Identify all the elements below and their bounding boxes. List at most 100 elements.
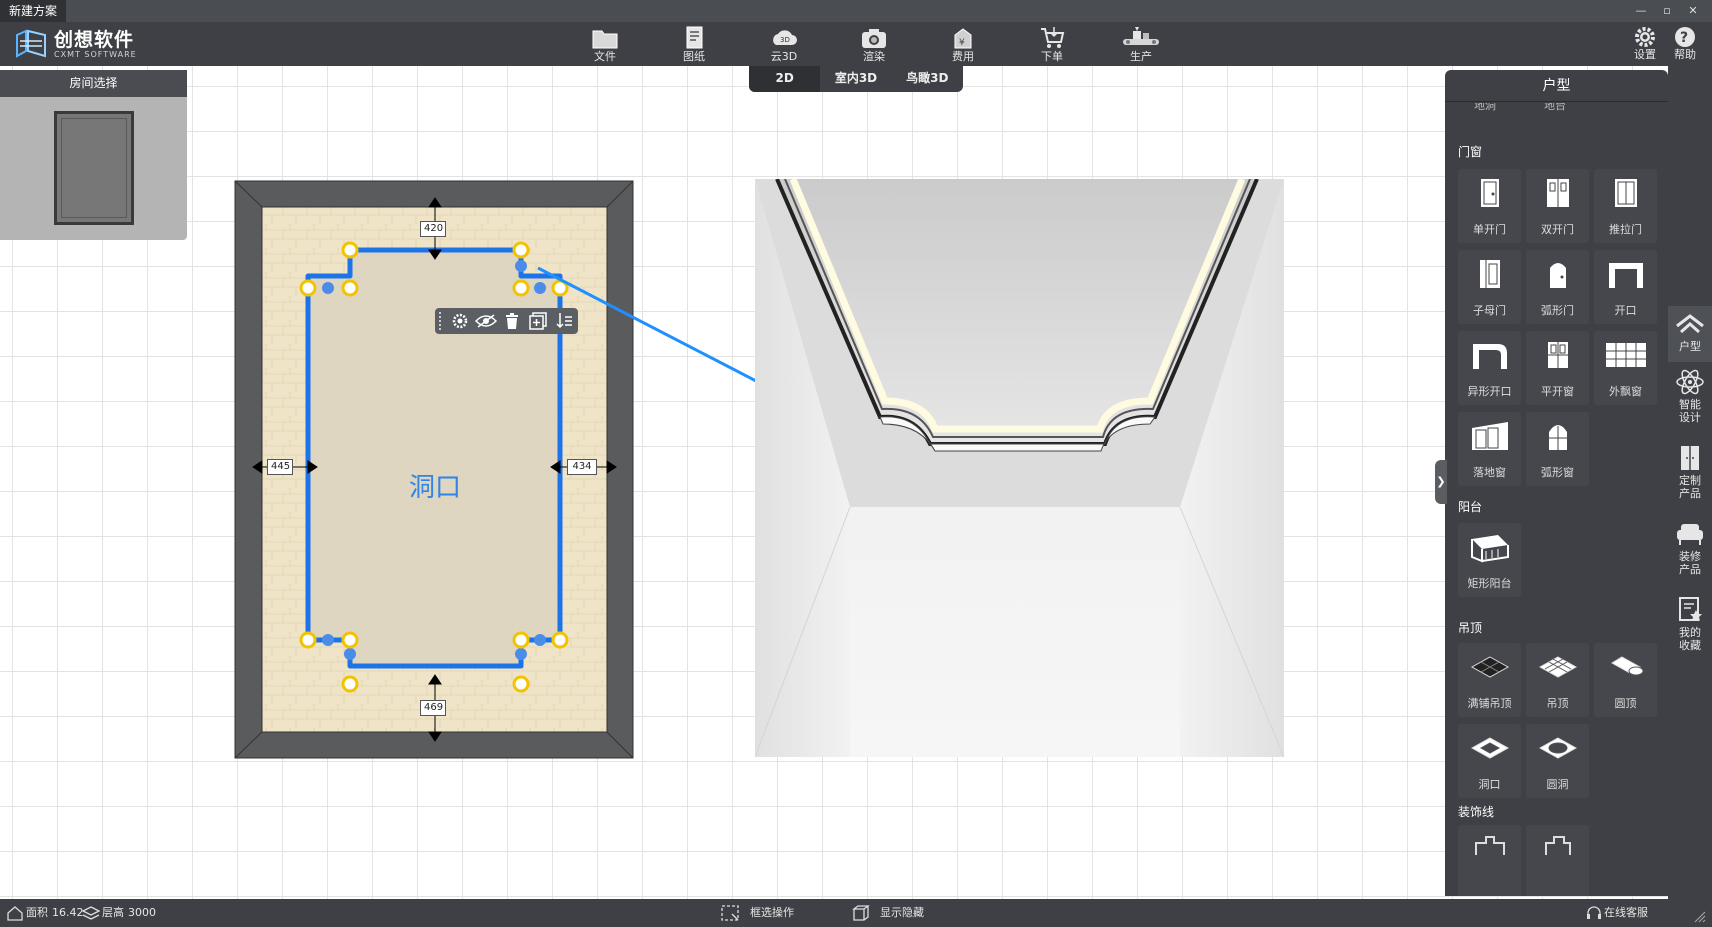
catalog-item[interactable]: 圆洞 bbox=[1526, 724, 1589, 798]
minimize-button[interactable]: — bbox=[1631, 2, 1651, 20]
dome-ceiling-icon bbox=[1610, 656, 1643, 676]
order-label: 下单 bbox=[1041, 50, 1063, 63]
show-hide-button[interactable]: 显示隐藏 bbox=[850, 899, 936, 927]
cost-label: 费用 bbox=[952, 50, 974, 63]
dimension-right[interactable]: 434 bbox=[567, 459, 597, 475]
logo-title: 创想软件 bbox=[54, 28, 135, 51]
section-balcony: 阳台 bbox=[1458, 500, 1483, 514]
ceiling-3d-preview[interactable] bbox=[755, 179, 1284, 757]
sidebar-item-custom-products[interactable]: 定制 产品 bbox=[1668, 444, 1712, 512]
sidebar-label: 定制 产品 bbox=[1679, 474, 1701, 500]
catalog-item[interactable]: 子母门 bbox=[1458, 250, 1521, 324]
dimension-top[interactable]: 420 bbox=[420, 221, 446, 237]
catalog-item[interactable]: 开口 bbox=[1594, 250, 1657, 324]
sidebar-item-decor-products[interactable]: 装修 产品 bbox=[1668, 520, 1712, 588]
catalog-item[interactable] bbox=[1526, 825, 1589, 896]
bay-window-icon bbox=[1605, 343, 1646, 367]
catalog-item[interactable]: 平开窗 bbox=[1526, 331, 1589, 405]
tab-interior-3d[interactable]: 室内3D bbox=[820, 66, 891, 92]
settings-icon[interactable] bbox=[447, 310, 473, 332]
help-button[interactable]: ? 帮助 bbox=[1660, 22, 1710, 66]
box-select-icon bbox=[721, 905, 739, 921]
round-hole-icon bbox=[1538, 737, 1577, 759]
sidebar-item-floorplan[interactable]: 户型 bbox=[1668, 306, 1712, 362]
catalog-item[interactable]: 洞口 bbox=[1458, 724, 1521, 798]
maximize-button[interactable]: ▫ bbox=[1657, 2, 1677, 20]
window-title: 新建方案 bbox=[0, 0, 67, 22]
french-window-icon bbox=[1471, 422, 1508, 450]
catalog-item[interactable]: 吊顶 bbox=[1526, 643, 1589, 717]
section-decor-lines: 装饰线 bbox=[1458, 805, 1495, 819]
cost-button[interactable]: ¥ 费用 bbox=[933, 22, 993, 66]
arched-door-icon bbox=[1549, 263, 1566, 288]
mother-child-door-icon bbox=[1479, 260, 1500, 288]
side-nav: 户型 智能 设计 定制 产品 装修 产品 我的 收藏 bbox=[1668, 66, 1712, 899]
production-button[interactable]: 生产 bbox=[1111, 22, 1171, 66]
show-hide-label: 显示隐藏 bbox=[880, 906, 924, 919]
online-service-button[interactable]: 在线客服 bbox=[1586, 899, 1662, 927]
atom-icon bbox=[1676, 369, 1704, 395]
catalog-item[interactable]: 弧形门 bbox=[1526, 250, 1589, 324]
help-icon: ? bbox=[1675, 27, 1695, 47]
catalog-item-label: 外飘窗 bbox=[1609, 385, 1642, 398]
order-button[interactable]: 下单 bbox=[1022, 22, 1082, 66]
render-button[interactable]: 渲染 bbox=[844, 22, 904, 66]
folder-icon bbox=[592, 30, 618, 49]
catalog-item[interactable]: 推拉门 bbox=[1594, 169, 1657, 243]
arched-window-icon bbox=[1548, 425, 1567, 450]
catalog-item[interactable]: 圆顶 bbox=[1594, 643, 1657, 717]
collapse-panel-button[interactable]: ❯ bbox=[1435, 460, 1447, 504]
sidebar-item-favorites[interactable]: 我的 收藏 bbox=[1668, 596, 1712, 664]
help-label: 帮助 bbox=[1674, 48, 1696, 61]
render-label: 渲染 bbox=[863, 50, 885, 63]
grip-handle[interactable] bbox=[439, 312, 445, 330]
sidebar-item-smart-design[interactable]: 智能 设计 bbox=[1668, 368, 1712, 436]
catalog-item-label: 平开窗 bbox=[1541, 385, 1574, 398]
catalog-item-label: 弧形门 bbox=[1541, 304, 1574, 317]
box-select-button[interactable]: 框选操作 bbox=[720, 899, 806, 927]
close-button[interactable]: ✕ bbox=[1683, 2, 1703, 20]
svg-text:?: ? bbox=[1680, 30, 1688, 46]
logo: 创想软件 CXMT SOFTWARE bbox=[14, 27, 137, 61]
dimension-left[interactable]: 445 bbox=[267, 459, 293, 475]
drawing-button[interactable]: 图纸 bbox=[664, 22, 724, 66]
gear-icon bbox=[1635, 27, 1655, 47]
catalog-item[interactable]: 落地窗 bbox=[1458, 412, 1521, 486]
catalog-list[interactable]: 地洞 地台 门窗 单开门 双开门 推拉门 子母门 弧形门 开口 异形开口 平开窗… bbox=[1445, 103, 1668, 896]
sidebar-label: 我的 收藏 bbox=[1679, 626, 1701, 652]
room-thumbnail[interactable] bbox=[54, 111, 134, 225]
file-button[interactable]: 文件 bbox=[575, 22, 635, 66]
eye-icon[interactable] bbox=[473, 310, 499, 332]
trash-icon[interactable] bbox=[499, 310, 525, 332]
right-panel: 户型 地洞 地台 门窗 单开门 双开门 推拉门 子母门 弧形门 开口 异形开口 … bbox=[1445, 70, 1668, 896]
resize-grip-icon[interactable] bbox=[1692, 909, 1706, 923]
catalog-item[interactable]: 矩形阳台 bbox=[1458, 523, 1521, 597]
cloud-3d-button[interactable]: 3D 云3D bbox=[754, 22, 814, 66]
height-value: 3000 bbox=[128, 906, 156, 919]
catalog-item[interactable]: 满铺吊顶 bbox=[1458, 643, 1521, 717]
cube-icon bbox=[852, 905, 870, 921]
catalog-item-label: 开口 bbox=[1614, 304, 1637, 317]
online-service-label: 在线客服 bbox=[1604, 906, 1648, 919]
main-toolbar: 创想软件 CXMT SOFTWARE 文件 图纸 3D 云3D 渲染 ¥ 费用 … bbox=[0, 22, 1712, 66]
sliding-door-icon bbox=[1614, 179, 1637, 207]
catalog-item-label: 单开门 bbox=[1473, 223, 1506, 236]
catalog-item[interactable]: 单开门 bbox=[1458, 169, 1521, 243]
tab-2d[interactable]: 2D bbox=[749, 66, 821, 92]
catalog-item[interactable]: 外飘窗 bbox=[1594, 331, 1657, 405]
catalog-item[interactable]: 弧形窗 bbox=[1526, 412, 1589, 486]
box-select-label: 框选操作 bbox=[750, 906, 794, 919]
drawing-label: 图纸 bbox=[683, 50, 705, 63]
ceiling-opening-icon bbox=[1470, 737, 1509, 759]
opening-icon bbox=[1608, 263, 1643, 288]
dimension-bottom[interactable]: 469 bbox=[420, 700, 446, 716]
camera-icon bbox=[862, 29, 886, 48]
catalog-item[interactable] bbox=[1458, 825, 1521, 896]
catalog-item-label: 推拉门 bbox=[1609, 223, 1642, 236]
view-switch: 2D 室内3D 鸟瞰3D bbox=[749, 66, 963, 92]
catalog-item-label: 满铺吊顶 bbox=[1467, 697, 1512, 710]
catalog-item[interactable]: 异形开口 bbox=[1458, 331, 1521, 405]
ceiling-icon bbox=[1538, 656, 1577, 678]
tab-aerial-3d[interactable]: 鸟瞰3D bbox=[892, 66, 963, 92]
catalog-item[interactable]: 双开门 bbox=[1526, 169, 1589, 243]
